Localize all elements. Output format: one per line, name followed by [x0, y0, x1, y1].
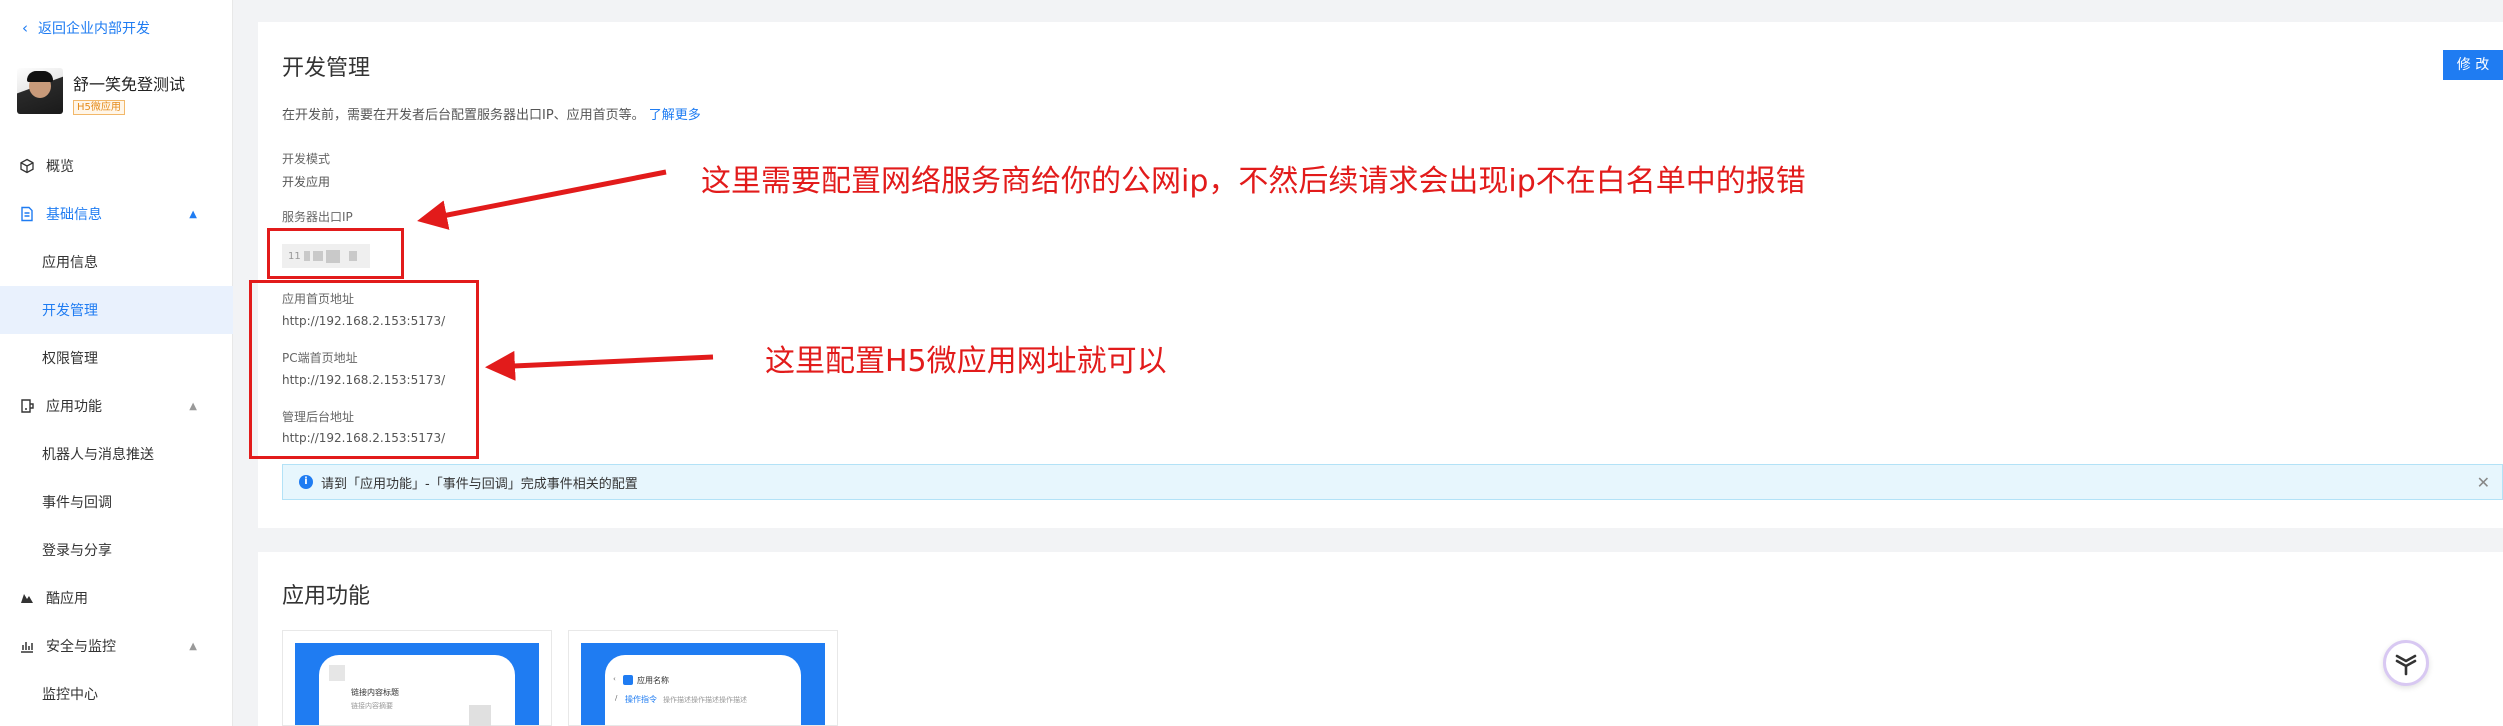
sidebar-item-label: 安全与监控: [46, 639, 116, 655]
sidebar-item-label: 登录与分享: [42, 543, 112, 559]
app-title: 应用名称: [637, 676, 669, 685]
chevron-left-icon: ‹: [22, 19, 28, 37]
sidebar-item-events[interactable]: 事件与回调: [0, 478, 233, 526]
feature-card-link[interactable]: 链接内容标题 链接内容摘要: [282, 630, 552, 726]
sidebar-item-label: 应用功能: [46, 399, 102, 415]
sidebar-item-label: 事件与回调: [42, 495, 112, 511]
chevron-up-icon: ▲: [189, 400, 197, 412]
sidebar-item-label: 应用信息: [42, 255, 98, 271]
sidebar-item-label: 机器人与消息推送: [42, 447, 154, 463]
page-title: 开发管理: [282, 56, 371, 81]
dev-mode-label: 开发模式: [282, 152, 331, 166]
info-icon: i: [299, 475, 313, 489]
chevron-left-icon: ‹: [613, 675, 616, 683]
dev-management-card: 开发管理 修 改 在开发前，需要在开发者后台配置服务器出口IP、应用首页等。 了解…: [258, 22, 2503, 528]
cube-icon: [19, 158, 35, 174]
image-placeholder: [469, 705, 491, 726]
sidebar: ‹ 返回企业内部开发 舒一笑免登测试 H5微应用 概览 基础信息 ▲ 应用信息 …: [0, 0, 233, 726]
function-icon: [19, 398, 35, 414]
annotation-box-urls: [249, 280, 479, 459]
edit-button[interactable]: 修 改: [2443, 50, 2503, 80]
link-summary: 链接内容摘要: [351, 702, 393, 710]
assistant-float-button[interactable]: [2383, 640, 2429, 686]
description-text: 在开发前，需要在开发者后台配置服务器出口IP、应用首页等。: [282, 108, 645, 123]
learn-more-link[interactable]: 了解更多: [649, 108, 701, 123]
sidebar-item-login-share[interactable]: 登录与分享: [0, 526, 233, 574]
sidebar-item-permissions[interactable]: 权限管理: [0, 334, 233, 382]
sidebar-item-dev-management[interactable]: 开发管理: [0, 286, 233, 334]
sidebar-item-label: 概览: [46, 159, 74, 175]
app-header: 舒一笑免登测试 H5微应用: [17, 68, 185, 115]
notice-banner: i 请到「应用功能」-「事件与回调」完成事件相关的配置 ✕: [282, 464, 2503, 500]
avatar: [17, 68, 63, 114]
sidebar-item-label: 权限管理: [42, 351, 98, 367]
back-link-label: 返回企业内部开发: [38, 21, 150, 37]
server-ip-label: 服务器出口IP: [282, 210, 353, 224]
section-title: 应用功能: [282, 584, 371, 609]
assistant-icon: [2395, 654, 2417, 676]
sidebar-item-overview[interactable]: 概览: [0, 142, 233, 190]
chevron-up-icon: ▲: [189, 208, 197, 220]
chart-icon: [19, 638, 35, 654]
thumbnail-icon: [329, 665, 345, 681]
sidebar-item-app-info[interactable]: 应用信息: [0, 238, 233, 286]
feature-preview: ‹ 应用名称 / 操作指令 操作描述操作描述操作描述: [581, 643, 825, 725]
feature-preview: 链接内容标题 链接内容摘要: [295, 643, 539, 726]
sidebar-nav: 概览 基础信息 ▲ 应用信息 开发管理 权限管理 应用功能 ▲ 机器人与消息推送: [0, 142, 233, 718]
sidebar-item-monitor[interactable]: 监控中心: [0, 670, 233, 718]
app-logo-icon: [623, 675, 633, 685]
back-link[interactable]: ‹ 返回企业内部开发: [22, 18, 150, 38]
dev-description: 在开发前，需要在开发者后台配置服务器出口IP、应用首页等。 了解更多: [282, 104, 701, 123]
app-name: 舒一笑免登测试: [73, 75, 186, 94]
phone-mockup: ‹ 应用名称 / 操作指令 操作描述操作描述操作描述: [605, 655, 801, 725]
action-description: 操作描述操作描述操作描述: [663, 696, 747, 704]
sidebar-item-label: 开发管理: [42, 303, 98, 319]
notice-text: 请到「应用功能」-「事件与回调」完成事件相关的配置: [321, 476, 638, 492]
sidebar-item-label: 酷应用: [46, 591, 88, 607]
sidebar-item-label: 监控中心: [42, 687, 98, 703]
sidebar-item-security[interactable]: 安全与监控 ▲: [0, 622, 233, 670]
cool-app-icon: [19, 590, 35, 606]
app-functions-card: 应用功能 链接内容标题 链接内容摘要 ‹ 应用名称 / 操作指令 操作描述操作描…: [258, 552, 2503, 726]
feature-card-app[interactable]: ‹ 应用名称 / 操作指令 操作描述操作描述操作描述: [568, 630, 838, 726]
annotation-ip-note: 这里需要配置网络服务商给你的公网ip，不然后续请求会出现ip不在白名单中的报错: [701, 164, 1806, 199]
dev-mode-value: 开发应用: [282, 175, 331, 189]
document-icon: [19, 206, 35, 222]
chevron-up-icon: ▲: [189, 640, 197, 652]
action-command: 操作指令: [625, 695, 657, 704]
annotation-box-ip: [267, 228, 404, 279]
sidebar-item-cool-app[interactable]: 酷应用: [0, 574, 233, 622]
sidebar-item-basic-info[interactable]: 基础信息 ▲: [0, 190, 233, 238]
app-type-badge: H5微应用: [73, 100, 125, 115]
link-title: 链接内容标题: [351, 688, 399, 697]
close-icon[interactable]: ✕: [2477, 473, 2490, 492]
sidebar-item-label: 基础信息: [46, 207, 102, 223]
slash-icon: /: [615, 694, 618, 702]
sidebar-item-app-functions[interactable]: 应用功能 ▲: [0, 382, 233, 430]
phone-mockup: 链接内容标题 链接内容摘要: [319, 655, 515, 726]
annotation-url-note: 这里配置H5微应用网址就可以: [765, 344, 1167, 379]
sidebar-item-robot[interactable]: 机器人与消息推送: [0, 430, 233, 478]
